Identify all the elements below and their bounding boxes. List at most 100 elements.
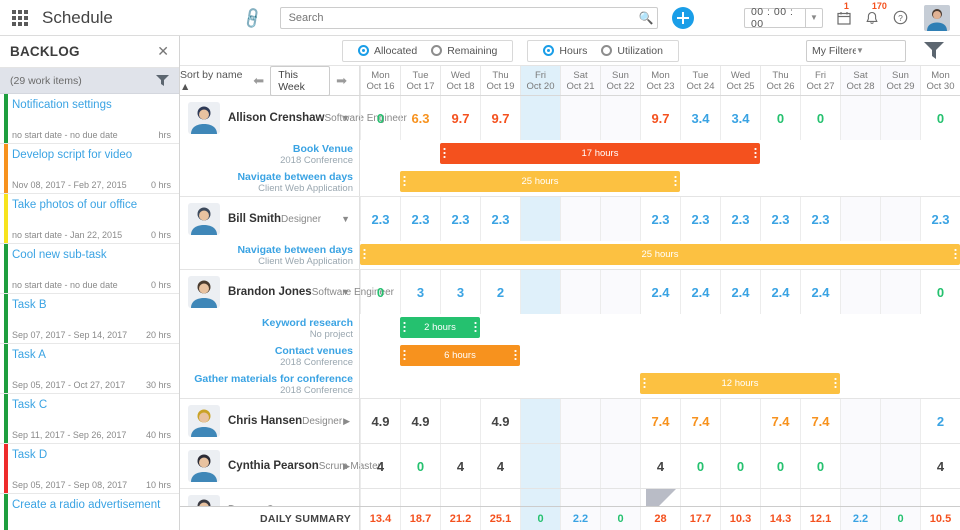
- funnel-icon[interactable]: [156, 75, 169, 86]
- date-column-header[interactable]: Mon Oct 16: [360, 66, 400, 95]
- search-box[interactable]: 🔍: [279, 6, 658, 29]
- hours-cell[interactable]: [880, 270, 920, 314]
- radio-unit-1[interactable]: Utilization: [601, 45, 663, 57]
- hours-cell[interactable]: [520, 270, 560, 314]
- date-column-header[interactable]: Sun Oct 29: [880, 66, 920, 95]
- search-input[interactable]: [280, 11, 635, 24]
- chevron-right-icon[interactable]: ▶: [340, 416, 353, 427]
- date-column-header[interactable]: Tue Oct 24: [680, 66, 720, 95]
- task-bar[interactable]: 2 hours: [400, 317, 480, 338]
- hours-cell[interactable]: 4: [480, 444, 520, 488]
- date-column-header[interactable]: Sat Oct 21: [560, 66, 600, 95]
- hours-cell[interactable]: 2: [920, 399, 960, 443]
- grid-apps-icon[interactable]: [12, 9, 28, 26]
- hours-cell[interactable]: [560, 444, 600, 488]
- hours-cell[interactable]: 2.4: [640, 270, 680, 314]
- task-bar[interactable]: 17 hours: [440, 143, 760, 164]
- hours-cell[interactable]: [840, 444, 880, 488]
- task-label[interactable]: Navigate between days Client Web Applicat…: [180, 168, 359, 196]
- hours-cell[interactable]: [560, 96, 600, 140]
- main-funnel-icon[interactable]: [924, 42, 944, 59]
- range-button[interactable]: This Week: [270, 65, 331, 96]
- task-bar[interactable]: 6 hours: [400, 345, 520, 366]
- date-column-header[interactable]: Sun Oct 22: [600, 66, 640, 95]
- hours-cell[interactable]: 0: [720, 444, 760, 488]
- bell-icon[interactable]: 170: [865, 1, 887, 25]
- hours-cell[interactable]: [880, 197, 920, 241]
- hours-cell[interactable]: 3: [440, 270, 480, 314]
- hours-cell[interactable]: [600, 399, 640, 443]
- hours-cell[interactable]: [840, 270, 880, 314]
- hours-cell[interactable]: 2.3: [800, 197, 840, 241]
- calendar-icon[interactable]: 1: [837, 1, 851, 25]
- radio-allocation-0[interactable]: Allocated: [358, 45, 417, 57]
- hours-cell[interactable]: 7.4: [760, 399, 800, 443]
- hours-cell[interactable]: [840, 399, 880, 443]
- chevron-down-icon[interactable]: ▼: [338, 287, 353, 297]
- date-column-header[interactable]: Tue Oct 17: [400, 66, 440, 95]
- date-column-header[interactable]: Wed Oct 25: [720, 66, 760, 95]
- help-icon[interactable]: ?: [893, 10, 908, 25]
- unit-radio-group[interactable]: Hours Utilization: [527, 39, 679, 62]
- hours-cell[interactable]: [600, 444, 640, 488]
- date-column-header[interactable]: Fri Oct 27: [800, 66, 840, 95]
- date-column-header[interactable]: Sat Oct 28: [840, 66, 880, 95]
- hours-cell[interactable]: 9.7: [440, 96, 480, 140]
- hours-cell[interactable]: 7.4: [680, 399, 720, 443]
- resource-header[interactable]: Allison CrenshawSoftware Engineer ▼: [180, 96, 407, 140]
- hours-cell[interactable]: [600, 270, 640, 314]
- hours-cell[interactable]: 2.3: [920, 197, 960, 241]
- hours-cell[interactable]: [520, 399, 560, 443]
- hours-cell[interactable]: [520, 197, 560, 241]
- schedule-filter-select[interactable]: My Filtered Sched... ▼: [806, 39, 906, 62]
- hours-cell[interactable]: 0: [360, 270, 400, 314]
- task-label[interactable]: Book Venue 2018 Conference: [180, 140, 359, 168]
- hours-cell[interactable]: 0: [760, 444, 800, 488]
- avatar[interactable]: [923, 4, 950, 31]
- date-column-header[interactable]: Fri Oct 20: [520, 66, 560, 95]
- hours-cell[interactable]: [600, 96, 640, 140]
- allocation-radio-group[interactable]: Allocated Remaining: [342, 39, 514, 62]
- task-label[interactable]: Keyword research No project: [180, 314, 359, 342]
- backlog-list[interactable]: Notification settings no start date - no …: [0, 94, 179, 530]
- hours-cell[interactable]: 4.9: [480, 399, 520, 443]
- close-icon[interactable]: ✕: [157, 43, 169, 60]
- hours-cell[interactable]: 4: [360, 444, 400, 488]
- hours-cell[interactable]: [560, 270, 600, 314]
- hours-cell[interactable]: 3.4: [680, 96, 720, 140]
- backlog-item[interactable]: Cool new sub-task no start date - no due …: [0, 244, 179, 294]
- task-bar[interactable]: 25 hours: [400, 171, 680, 192]
- prev-period-button[interactable]: ⬅: [253, 73, 264, 89]
- hours-cell[interactable]: 2.3: [720, 197, 760, 241]
- hours-cell[interactable]: 2.3: [680, 197, 720, 241]
- hours-cell[interactable]: 9.7: [480, 96, 520, 140]
- backlog-item[interactable]: Task B Sep 07, 2017 - Sep 14, 2017 20 hrs: [0, 294, 179, 344]
- task-label[interactable]: Navigate between days Client Web Applicat…: [180, 241, 359, 269]
- hours-cell[interactable]: 6.3: [400, 96, 440, 140]
- hours-cell[interactable]: [520, 96, 560, 140]
- hours-cell[interactable]: 0: [800, 444, 840, 488]
- task-bar[interactable]: 25 hours: [360, 244, 960, 265]
- hours-cell[interactable]: 0: [680, 444, 720, 488]
- hours-cell[interactable]: 2: [480, 270, 520, 314]
- timer-chevron-down-icon[interactable]: ▼: [804, 8, 822, 27]
- hours-cell[interactable]: [600, 197, 640, 241]
- hours-cell[interactable]: 2.4: [760, 270, 800, 314]
- hours-cell[interactable]: 7.4: [800, 399, 840, 443]
- resource-header[interactable]: Bill SmithDesigner ▼: [180, 197, 359, 241]
- chevron-down-icon[interactable]: ▼: [338, 113, 353, 123]
- hours-cell[interactable]: 2.3: [480, 197, 520, 241]
- backlog-item[interactable]: Task A Sep 05, 2017 - Oct 27, 2017 30 hrs: [0, 344, 179, 394]
- hours-cell[interactable]: 2.3: [440, 197, 480, 241]
- backlog-item[interactable]: Task D Sep 05, 2017 - Sep 08, 2017 10 hrs: [0, 444, 179, 494]
- radio-allocation-1[interactable]: Remaining: [431, 45, 497, 57]
- hours-cell[interactable]: 0: [920, 270, 960, 314]
- hours-cell[interactable]: [720, 399, 760, 443]
- hours-cell[interactable]: 7.4: [640, 399, 680, 443]
- radio-unit-0[interactable]: Hours: [543, 45, 587, 57]
- resource-header[interactable]: Chris HansenDesigner ▶: [180, 399, 359, 443]
- add-button[interactable]: [671, 6, 694, 29]
- date-column-header[interactable]: Mon Oct 30: [920, 66, 960, 95]
- hours-cell[interactable]: [840, 96, 880, 140]
- hours-cell[interactable]: [520, 444, 560, 488]
